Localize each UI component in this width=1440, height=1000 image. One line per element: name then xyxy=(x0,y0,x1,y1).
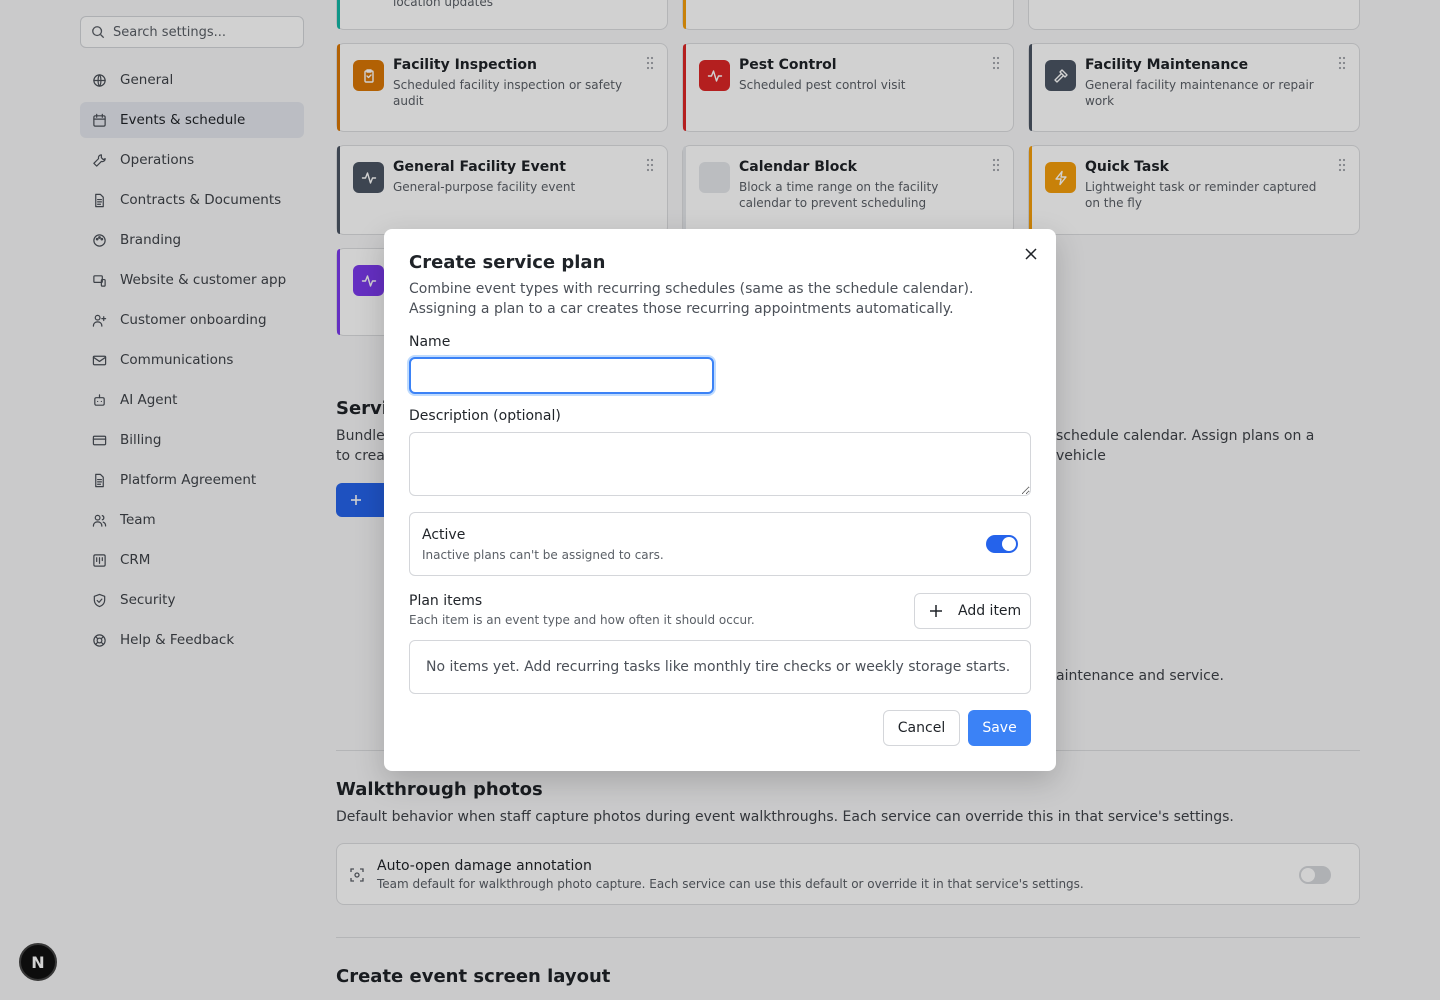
name-input[interactable] xyxy=(409,357,714,394)
close-button[interactable] xyxy=(1022,245,1040,263)
close-icon xyxy=(1025,248,1037,260)
plus-icon xyxy=(930,605,942,617)
plan-items-title: Plan items xyxy=(409,593,483,609)
save-button[interactable]: Save xyxy=(968,710,1031,746)
plan-items-desc: Each item is an event type and how often… xyxy=(409,613,755,627)
description-textarea[interactable] xyxy=(409,432,1031,496)
active-toggle[interactable] xyxy=(986,535,1018,553)
description-label: Description (optional) xyxy=(409,408,561,424)
create-service-plan-dialog: Create service plan Combine event types … xyxy=(384,229,1056,771)
add-item-label: Add item xyxy=(958,603,1022,619)
active-setting: Active Inactive plans can't be assigned … xyxy=(409,512,1031,576)
plan-items-empty-state: No items yet. Add recurring tasks like m… xyxy=(409,640,1031,694)
active-desc: Inactive plans can't be assigned to cars… xyxy=(422,548,664,562)
dialog-description: Combine event types with recurring sched… xyxy=(409,281,974,317)
name-label: Name xyxy=(409,334,451,350)
cancel-button[interactable]: Cancel xyxy=(883,710,960,746)
add-item-button[interactable]: Add item xyxy=(914,593,1031,629)
dialog-title: Create service plan xyxy=(409,252,606,273)
active-title: Active xyxy=(422,527,466,543)
